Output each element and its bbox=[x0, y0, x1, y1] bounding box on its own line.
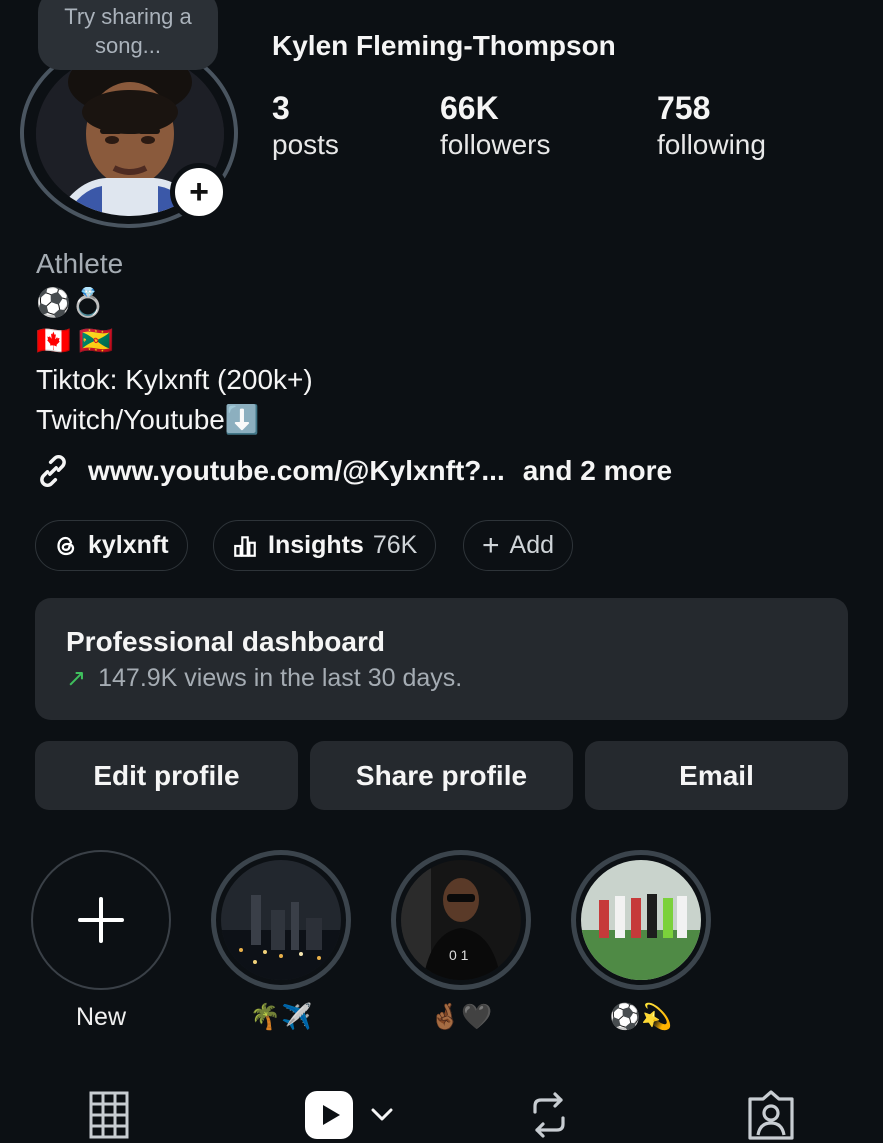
highlight-ring[interactable] bbox=[211, 850, 351, 990]
highlight-item[interactable]: ⚽💫 bbox=[571, 850, 711, 1032]
tab-posts[interactable] bbox=[88, 1086, 130, 1143]
add-label: Add bbox=[509, 531, 555, 559]
profile-name: Kylen Fleming-Thompson bbox=[272, 30, 616, 61]
stat-followers-value: 66K bbox=[440, 90, 499, 126]
highlight-label: ⚽💫 bbox=[609, 1003, 673, 1031]
professional-dashboard[interactable]: Professional dashboard ↗ 147.9K views in… bbox=[35, 598, 848, 720]
bio-line-tiktok: Tiktok: Kylxnft (200k+) bbox=[36, 364, 313, 395]
highlight-cover-city bbox=[221, 860, 341, 980]
tab-reels[interactable] bbox=[304, 1086, 396, 1143]
note-bubble[interactable]: Try sharing a song... bbox=[38, 0, 218, 70]
plus-icon: + bbox=[482, 528, 500, 562]
tab-tagged[interactable] bbox=[746, 1086, 796, 1143]
edit-profile-button[interactable]: Edit profile bbox=[35, 741, 298, 810]
profile-page: + Try sharing a song... Kylen Fleming-Th… bbox=[0, 0, 883, 1143]
highlight-new[interactable]: New bbox=[31, 850, 171, 1032]
dashboard-subtitle: 147.9K views in the last 30 days. bbox=[98, 664, 463, 692]
dashboard-title: Professional dashboard bbox=[66, 626, 385, 657]
add-pill[interactable]: + Add bbox=[463, 520, 574, 571]
bar-chart-icon bbox=[232, 533, 258, 559]
highlight-label: New bbox=[75, 1003, 126, 1031]
highlight-cover-portrait: 0 1 bbox=[401, 860, 521, 980]
stat-following[interactable]: 758 following bbox=[657, 90, 766, 164]
reels-icon bbox=[305, 1090, 353, 1139]
email-button[interactable]: Email bbox=[585, 741, 848, 810]
add-story-button[interactable]: + bbox=[170, 163, 228, 221]
stat-followers[interactable]: 66K followers bbox=[440, 90, 550, 164]
highlight-label: 🤞🏾🖤 bbox=[429, 1003, 493, 1031]
bio-line-flags: 🇨🇦 🇬🇩 bbox=[36, 325, 114, 356]
stat-posts-value: 3 bbox=[272, 90, 290, 126]
link-more[interactable]: and 2 more bbox=[523, 455, 672, 487]
threads-handle: kylxnft bbox=[88, 531, 169, 559]
highlight-item[interactable]: 0 1 🤞🏾🖤 bbox=[391, 850, 531, 1032]
threads-pill[interactable]: kylxnft bbox=[35, 520, 188, 571]
insights-label: Insights bbox=[268, 531, 364, 559]
plus-icon: + bbox=[189, 173, 209, 211]
insights-value: 76K bbox=[372, 531, 418, 559]
trend-up-icon: ↗ bbox=[66, 665, 87, 692]
bio-category: Athlete bbox=[36, 248, 124, 279]
link-primary[interactable]: www.youtube.com/@Kylxnft?... bbox=[88, 455, 505, 487]
stat-posts-label: posts bbox=[272, 129, 339, 160]
highlight-label: 🌴✈️ bbox=[249, 1003, 313, 1031]
highlight-ring[interactable]: 0 1 bbox=[391, 850, 531, 990]
stat-posts[interactable]: 3 posts bbox=[272, 90, 339, 164]
insights-pill[interactable]: Insights 76K bbox=[213, 520, 437, 571]
bio-links[interactable]: www.youtube.com/@Kylxnft?... and 2 more bbox=[34, 452, 672, 490]
svg-text:0 1: 0 1 bbox=[449, 947, 469, 963]
stat-followers-label: followers bbox=[440, 129, 551, 160]
bio-line-emoji: ⚽💍 bbox=[36, 287, 106, 318]
share-profile-button[interactable]: Share profile bbox=[310, 741, 573, 810]
grid-icon bbox=[89, 1091, 129, 1138]
bio: Athlete ⚽💍 🇨🇦 🇬🇩 Tiktok: Kylxnft (200k+)… bbox=[36, 244, 313, 440]
dashboard-subtitle-row: ↗ 147.9K views in the last 30 days. bbox=[66, 664, 817, 693]
link-icon bbox=[40, 454, 66, 488]
stat-following-value: 758 bbox=[657, 90, 711, 126]
threads-icon bbox=[54, 534, 78, 558]
stat-following-label: following bbox=[657, 129, 766, 160]
chevron-down-icon[interactable] bbox=[368, 1105, 396, 1125]
highlight-cover-soccer bbox=[581, 860, 701, 980]
tab-reposts[interactable] bbox=[527, 1086, 571, 1143]
highlight-ring[interactable] bbox=[571, 850, 711, 990]
highlight-new-ring[interactable] bbox=[31, 850, 171, 990]
tagged-icon bbox=[748, 1089, 794, 1140]
reposts-icon bbox=[533, 1091, 565, 1138]
plus-icon bbox=[78, 897, 124, 943]
bio-line-twitch: Twitch/Youtube⬇️ bbox=[36, 404, 260, 435]
highlight-item[interactable]: 🌴✈️ bbox=[211, 850, 351, 1032]
